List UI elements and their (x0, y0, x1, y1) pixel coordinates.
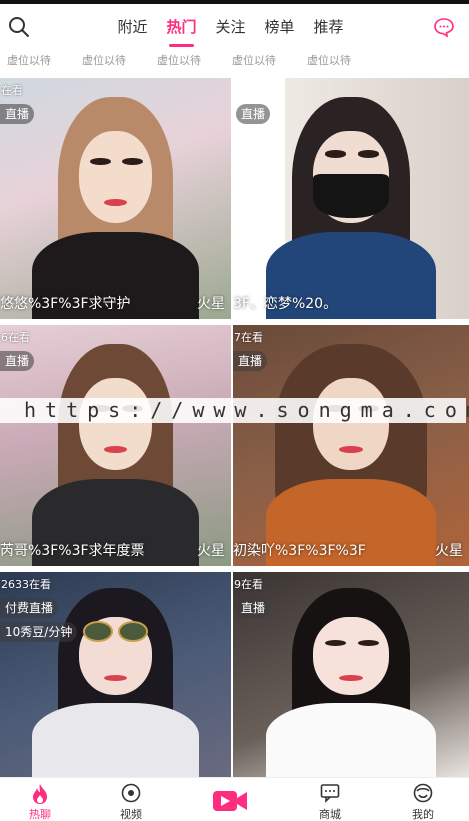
viewer-count: 2633在看 (1, 578, 51, 591)
streamer-photo (233, 325, 469, 566)
slot-tabs: 虚位以待 虚位以待 虚位以待 虚位以待 虚位以待 (0, 50, 469, 74)
room-title: 初染吖%3F%3F%3F (233, 543, 366, 559)
price-per-minute: 10秀豆/分钟 (0, 622, 78, 642)
live-room-card[interactable]: 9在看 直播 (233, 572, 469, 777)
live-badge: 直播 (0, 104, 35, 124)
viewer-count: 9在看 (234, 578, 263, 591)
nav-label: 商城 (319, 808, 341, 821)
mall-chat-icon (320, 784, 340, 803)
streamer-photo (0, 78, 231, 319)
search-icon[interactable] (8, 16, 30, 38)
room-tag: 火星 (435, 543, 463, 559)
category-tabs: 附近 热门 关注 榜单 推荐 (108, 4, 353, 50)
flame-icon (33, 784, 47, 804)
paid-live-badge: 付费直播 (0, 598, 59, 618)
tab-hot[interactable]: 热门 (157, 4, 206, 50)
tab-ranking[interactable]: 榜单 (255, 4, 304, 50)
tab-recommend[interactable]: 推荐 (304, 4, 353, 50)
tab-follow[interactable]: 关注 (206, 4, 255, 50)
room-title: 芮哥%3F%3F求年度票 (0, 543, 145, 559)
room-tag: 火星 (197, 296, 225, 312)
nav-label: 我的 (412, 808, 434, 821)
slot-item[interactable]: 虚位以待 (232, 50, 307, 74)
nav-video[interactable]: 视频 (101, 778, 161, 821)
live-room-card[interactable]: 6在看 直播 芮哥%3F%3F求年度票 火星 (0, 325, 231, 566)
room-tag: 火星 (197, 543, 225, 559)
room-title: 悠悠%3F%3F求守护 (0, 296, 131, 312)
camera-live-icon (213, 791, 247, 811)
video-disc-icon (121, 783, 141, 803)
streamer-photo (0, 325, 231, 566)
live-room-card[interactable]: 在看 直播 悠悠%3F%3F求守护 火星 (0, 78, 231, 319)
live-room-card[interactable]: 2633在看 付费直播 10秀豆/分钟 (0, 572, 231, 777)
slot-item[interactable]: 虚位以待 (7, 50, 82, 74)
live-room-card[interactable]: 直播 3F、恋梦%20。 (233, 78, 469, 319)
start-live-button[interactable] (212, 788, 248, 814)
slot-item[interactable]: 虚位以待 (307, 50, 382, 74)
nav-label: 视频 (120, 808, 142, 821)
chat-bubble-icon[interactable] (433, 16, 455, 38)
viewer-count: 7在看 (234, 331, 263, 344)
profile-face-icon (413, 783, 433, 803)
nav-profile[interactable]: 我的 (393, 778, 453, 821)
live-badge: 直播 (0, 351, 35, 371)
nav-hot-chat[interactable]: 热聊 (10, 778, 70, 821)
nav-mall[interactable]: 商城 (300, 778, 360, 821)
live-badge: 直播 (236, 598, 271, 618)
watermark-banner: https://www.songma.com (0, 398, 469, 423)
top-nav-bar: 附近 热门 关注 榜单 推荐 (0, 4, 469, 50)
tab-nearby[interactable]: 附近 (108, 4, 157, 50)
viewer-count: 6在看 (1, 331, 30, 344)
live-badge: 直播 (233, 351, 268, 371)
live-room-card[interactable]: 7在看 直播 初染吖%3F%3F%3F 火星 (233, 325, 469, 566)
slot-item[interactable]: 虚位以待 (82, 50, 157, 74)
nav-label: 热聊 (29, 808, 51, 821)
slot-item[interactable]: 虚位以待 (157, 50, 232, 74)
live-badge: 直播 (236, 104, 271, 124)
room-title: 3F、恋梦%20。 (233, 296, 338, 312)
bottom-nav-bar: 热聊 视频 商城 我的 (0, 777, 469, 821)
viewer-count: 在看 (1, 84, 23, 97)
